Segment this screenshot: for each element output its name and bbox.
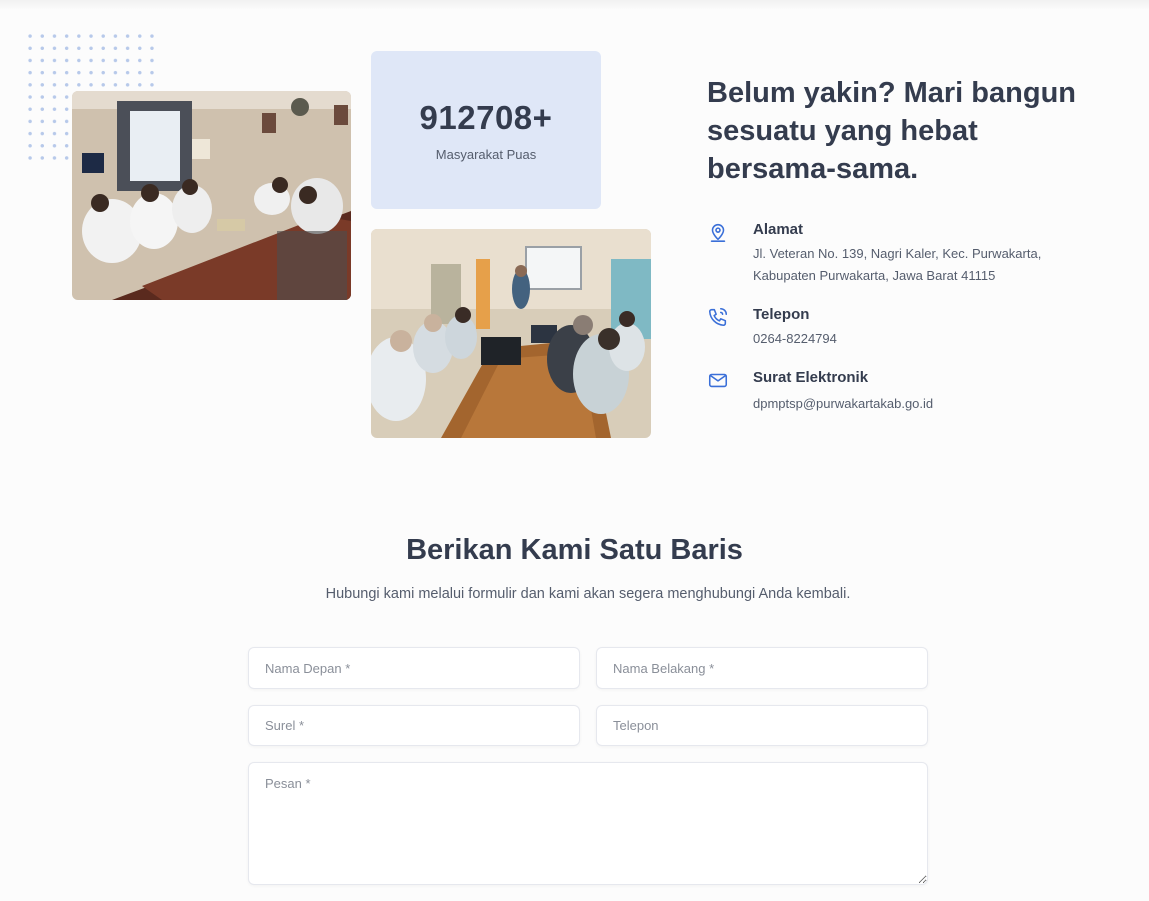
last-name-input[interactable] [596, 647, 928, 689]
mail-icon [707, 369, 729, 391]
map-pin-icon [707, 221, 729, 243]
message-textarea[interactable] [248, 762, 928, 885]
meeting-photo-2 [371, 229, 651, 438]
address-text: Jl. Veteran No. 139, Nagri Kaler, Kec. P… [753, 246, 1042, 283]
cta-headline: Belum yakin? Mari bangun sesuatu yang he… [707, 77, 1076, 185]
stat-number: 912708+ [419, 98, 553, 136]
phone-icon [707, 306, 729, 328]
address-title: Alamat [753, 221, 804, 238]
stat-label: Masyarakat Puas [435, 146, 537, 162]
phone-text: 0264-8224794 [753, 331, 837, 346]
satisfaction-stat-card: 912708+ Masyarakat Puas [371, 51, 601, 209]
meeting-photo-1 [72, 91, 351, 300]
phone-title: Telepon [753, 306, 810, 323]
email-input[interactable] [248, 705, 580, 746]
form-title: Berikan Kami Satu Baris [406, 534, 743, 566]
email-text[interactable]: dpmptsp@purwakartakab.go.id [753, 393, 933, 415]
form-subtitle: Hubungi kami melalui formulir dan kami a… [325, 586, 851, 602]
first-name-input[interactable] [248, 647, 580, 689]
top-shadow [0, 0, 1149, 10]
phone-input[interactable] [596, 705, 928, 746]
email-title: Surat Elektronik [753, 369, 869, 386]
